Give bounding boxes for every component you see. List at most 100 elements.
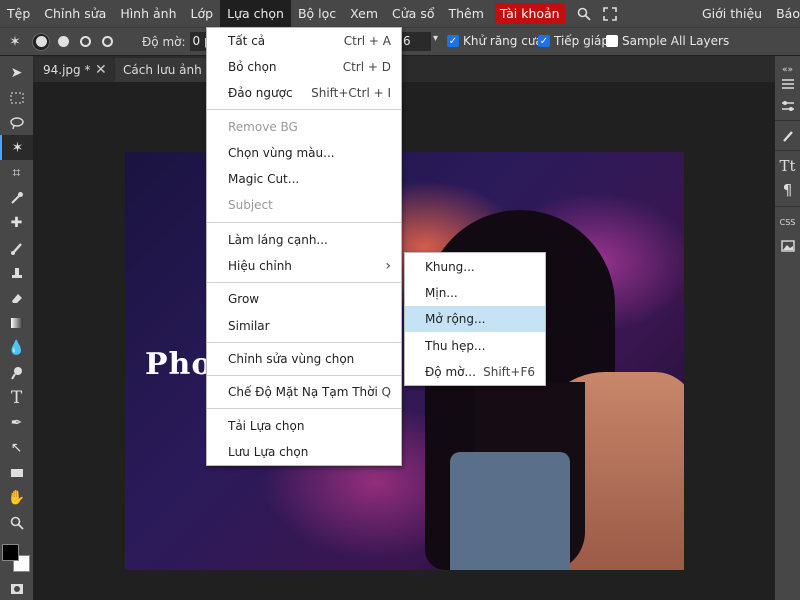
eraser-tool-icon[interactable]	[0, 285, 33, 310]
antialias-checkbox[interactable]: ✓ Khử răng cưa	[447, 34, 543, 48]
blur-tool-icon[interactable]: 💧	[0, 335, 33, 360]
menu-more[interactable]: Thêm	[441, 0, 490, 27]
color-swatches[interactable]	[2, 544, 32, 574]
tools-panel: ➤ ✶ ⌗ ✚ 💧 T ✒ ↖ ✋	[0, 56, 33, 600]
document-tabs: 94.jpg * ✕ Cách lưu ảnh .jp	[33, 56, 778, 82]
healing-tool-icon[interactable]: ✚	[0, 210, 33, 235]
submenu-item-feather[interactable]: Độ mờ... Shift+F6	[405, 359, 545, 385]
menu-item-inverse[interactable]: Đảo ngược Shift+Ctrl + I	[207, 80, 401, 106]
menu-item-modify[interactable]: Hiệu chỉnh ›	[207, 253, 401, 279]
menu-item-shortcut: Q	[381, 385, 391, 399]
shape-tool-icon[interactable]	[0, 460, 33, 485]
contiguous-label: Tiếp giáp	[554, 34, 610, 48]
image-icon[interactable]	[775, 234, 800, 258]
submenu-item-smooth[interactable]: Mịn...	[405, 280, 545, 306]
feather-label: Độ mờ:	[142, 34, 186, 49]
menu-item-select-all[interactable]: Tất cả Ctrl + A	[207, 28, 401, 54]
menu-item-shortcut: Ctrl + D	[342, 60, 391, 74]
menu-item-deselect[interactable]: Bỏ chọn Ctrl + D	[207, 54, 401, 80]
menu-item-label: Tải Lựa chọn	[228, 419, 305, 433]
menu-select[interactable]: Lựa chọn	[220, 0, 291, 27]
move-tool-icon[interactable]: ➤	[0, 60, 33, 85]
search-icon[interactable]	[571, 0, 597, 27]
checkbox-checked-icon: ✓	[447, 35, 459, 47]
path-select-tool-icon[interactable]: ↖	[0, 435, 33, 460]
paragraph-icon[interactable]: ¶	[775, 178, 800, 202]
menu-item-label: Chỉnh sửa vùng chọn	[228, 352, 355, 366]
menu-image[interactable]: Hình ảnh	[113, 0, 183, 27]
fullscreen-icon[interactable]	[597, 0, 623, 27]
menu-divider	[207, 222, 401, 223]
text-tool-icon[interactable]: T	[0, 385, 33, 410]
stamp-tool-icon[interactable]	[0, 260, 33, 285]
mode-add-icon[interactable]	[54, 33, 72, 51]
menu-item-label: Remove BG	[228, 120, 298, 134]
menu-item-label: Làm láng cạnh...	[228, 233, 328, 247]
mode-subtract-icon[interactable]	[76, 33, 94, 51]
menu-report[interactable]: Báo	[769, 0, 800, 27]
history-icon[interactable]	[775, 72, 800, 96]
photo-dress	[450, 452, 570, 570]
menu-item-similar[interactable]: Similar	[207, 313, 401, 339]
tolerance-input[interactable]: 6	[401, 32, 431, 51]
canvas-overlay-text: Pho	[145, 347, 213, 382]
divider	[775, 206, 800, 207]
menu-layer[interactable]: Lớp	[184, 0, 221, 27]
eyedropper-tool-icon[interactable]	[0, 185, 33, 210]
crop-tool-icon[interactable]: ⌗	[0, 160, 33, 185]
submenu-item-shortcut: Shift+F6	[483, 365, 535, 379]
menu-item-color-range[interactable]: Chọn vùng màu...	[207, 140, 401, 166]
chevron-down-icon[interactable]: ▾	[433, 33, 438, 44]
menu-item-label: Đảo ngược	[228, 86, 293, 100]
menu-divider	[207, 375, 401, 376]
modify-submenu: Khung... Mịn... Mở rộng... Thu hẹp... Độ…	[404, 252, 546, 386]
menu-edit[interactable]: Chỉnh sửa	[37, 0, 113, 27]
mode-intersect-icon[interactable]	[98, 33, 116, 51]
magic-wand-tool-icon[interactable]: ✶	[0, 135, 33, 160]
contiguous-checkbox[interactable]: ✓ Tiếp giáp	[538, 34, 609, 48]
submenu-item-expand[interactable]: Mở rộng...	[405, 306, 545, 332]
menu-divider	[207, 408, 401, 409]
marquee-tool-icon[interactable]	[0, 85, 33, 110]
foreground-color-swatch[interactable]	[2, 544, 19, 561]
menu-bar: Tệp Chỉnh sửa Hình ảnh Lớp Lựa chọn Bộ l…	[0, 0, 800, 27]
menu-item-load-selection[interactable]: Tải Lựa chọn	[207, 413, 401, 439]
mode-new-icon[interactable]	[32, 32, 50, 51]
menu-filter[interactable]: Bộ lọc	[291, 0, 343, 27]
sample-all-checkbox[interactable]: Sample All Layers	[606, 34, 729, 48]
menu-item-shortcut: Shift+Ctrl + I	[311, 86, 391, 100]
zoom-tool-icon[interactable]	[0, 510, 33, 535]
pen-tool-icon[interactable]: ✒	[0, 410, 33, 435]
menu-item-magic-cut[interactable]: Magic Cut...	[207, 166, 401, 192]
character-icon[interactable]: Tt	[775, 154, 800, 178]
css-icon[interactable]: CSS	[775, 210, 800, 234]
menu-item-save-selection[interactable]: Lưu Lựa chọn	[207, 439, 401, 465]
close-icon[interactable]: ✕	[95, 58, 107, 82]
quick-mask-icon[interactable]	[0, 576, 33, 600]
menu-item-label: Grow	[228, 292, 260, 306]
brush-settings-icon[interactable]	[775, 124, 800, 148]
antialias-label: Khử răng cưa	[463, 34, 543, 48]
menu-item-quick-mask[interactable]: Chế Độ Mặt Nạ Tạm Thời Q	[207, 379, 401, 405]
menu-item-edit-selection[interactable]: Chỉnh sửa vùng chọn	[207, 346, 401, 372]
dodge-tool-icon[interactable]	[0, 360, 33, 385]
account-button[interactable]: Tài khoản	[494, 3, 565, 24]
checkbox-unchecked-icon	[606, 35, 618, 47]
right-panel: «» Tt ¶ CSS	[775, 56, 800, 600]
hand-tool-icon[interactable]: ✋	[0, 485, 33, 510]
lasso-tool-icon[interactable]	[0, 110, 33, 135]
menu-view[interactable]: Xem	[343, 0, 385, 27]
gradient-tool-icon[interactable]	[0, 310, 33, 335]
selection-mode-group	[32, 32, 116, 51]
menu-item-grow[interactable]: Grow	[207, 286, 401, 312]
submenu-item-border[interactable]: Khung...	[405, 254, 545, 280]
magic-wand-icon: ✶	[9, 33, 21, 50]
adjustments-icon[interactable]	[775, 94, 800, 118]
menu-file[interactable]: Tệp	[0, 0, 37, 27]
menu-item-label: Similar	[228, 319, 270, 333]
menu-about[interactable]: Giới thiệu	[695, 0, 769, 27]
brush-tool-icon[interactable]	[0, 235, 33, 260]
menu-window[interactable]: Cửa sổ	[385, 0, 441, 27]
submenu-item-contract[interactable]: Thu hẹp...	[405, 333, 545, 359]
menu-item-refine-edge[interactable]: Làm láng cạnh...	[207, 227, 401, 253]
